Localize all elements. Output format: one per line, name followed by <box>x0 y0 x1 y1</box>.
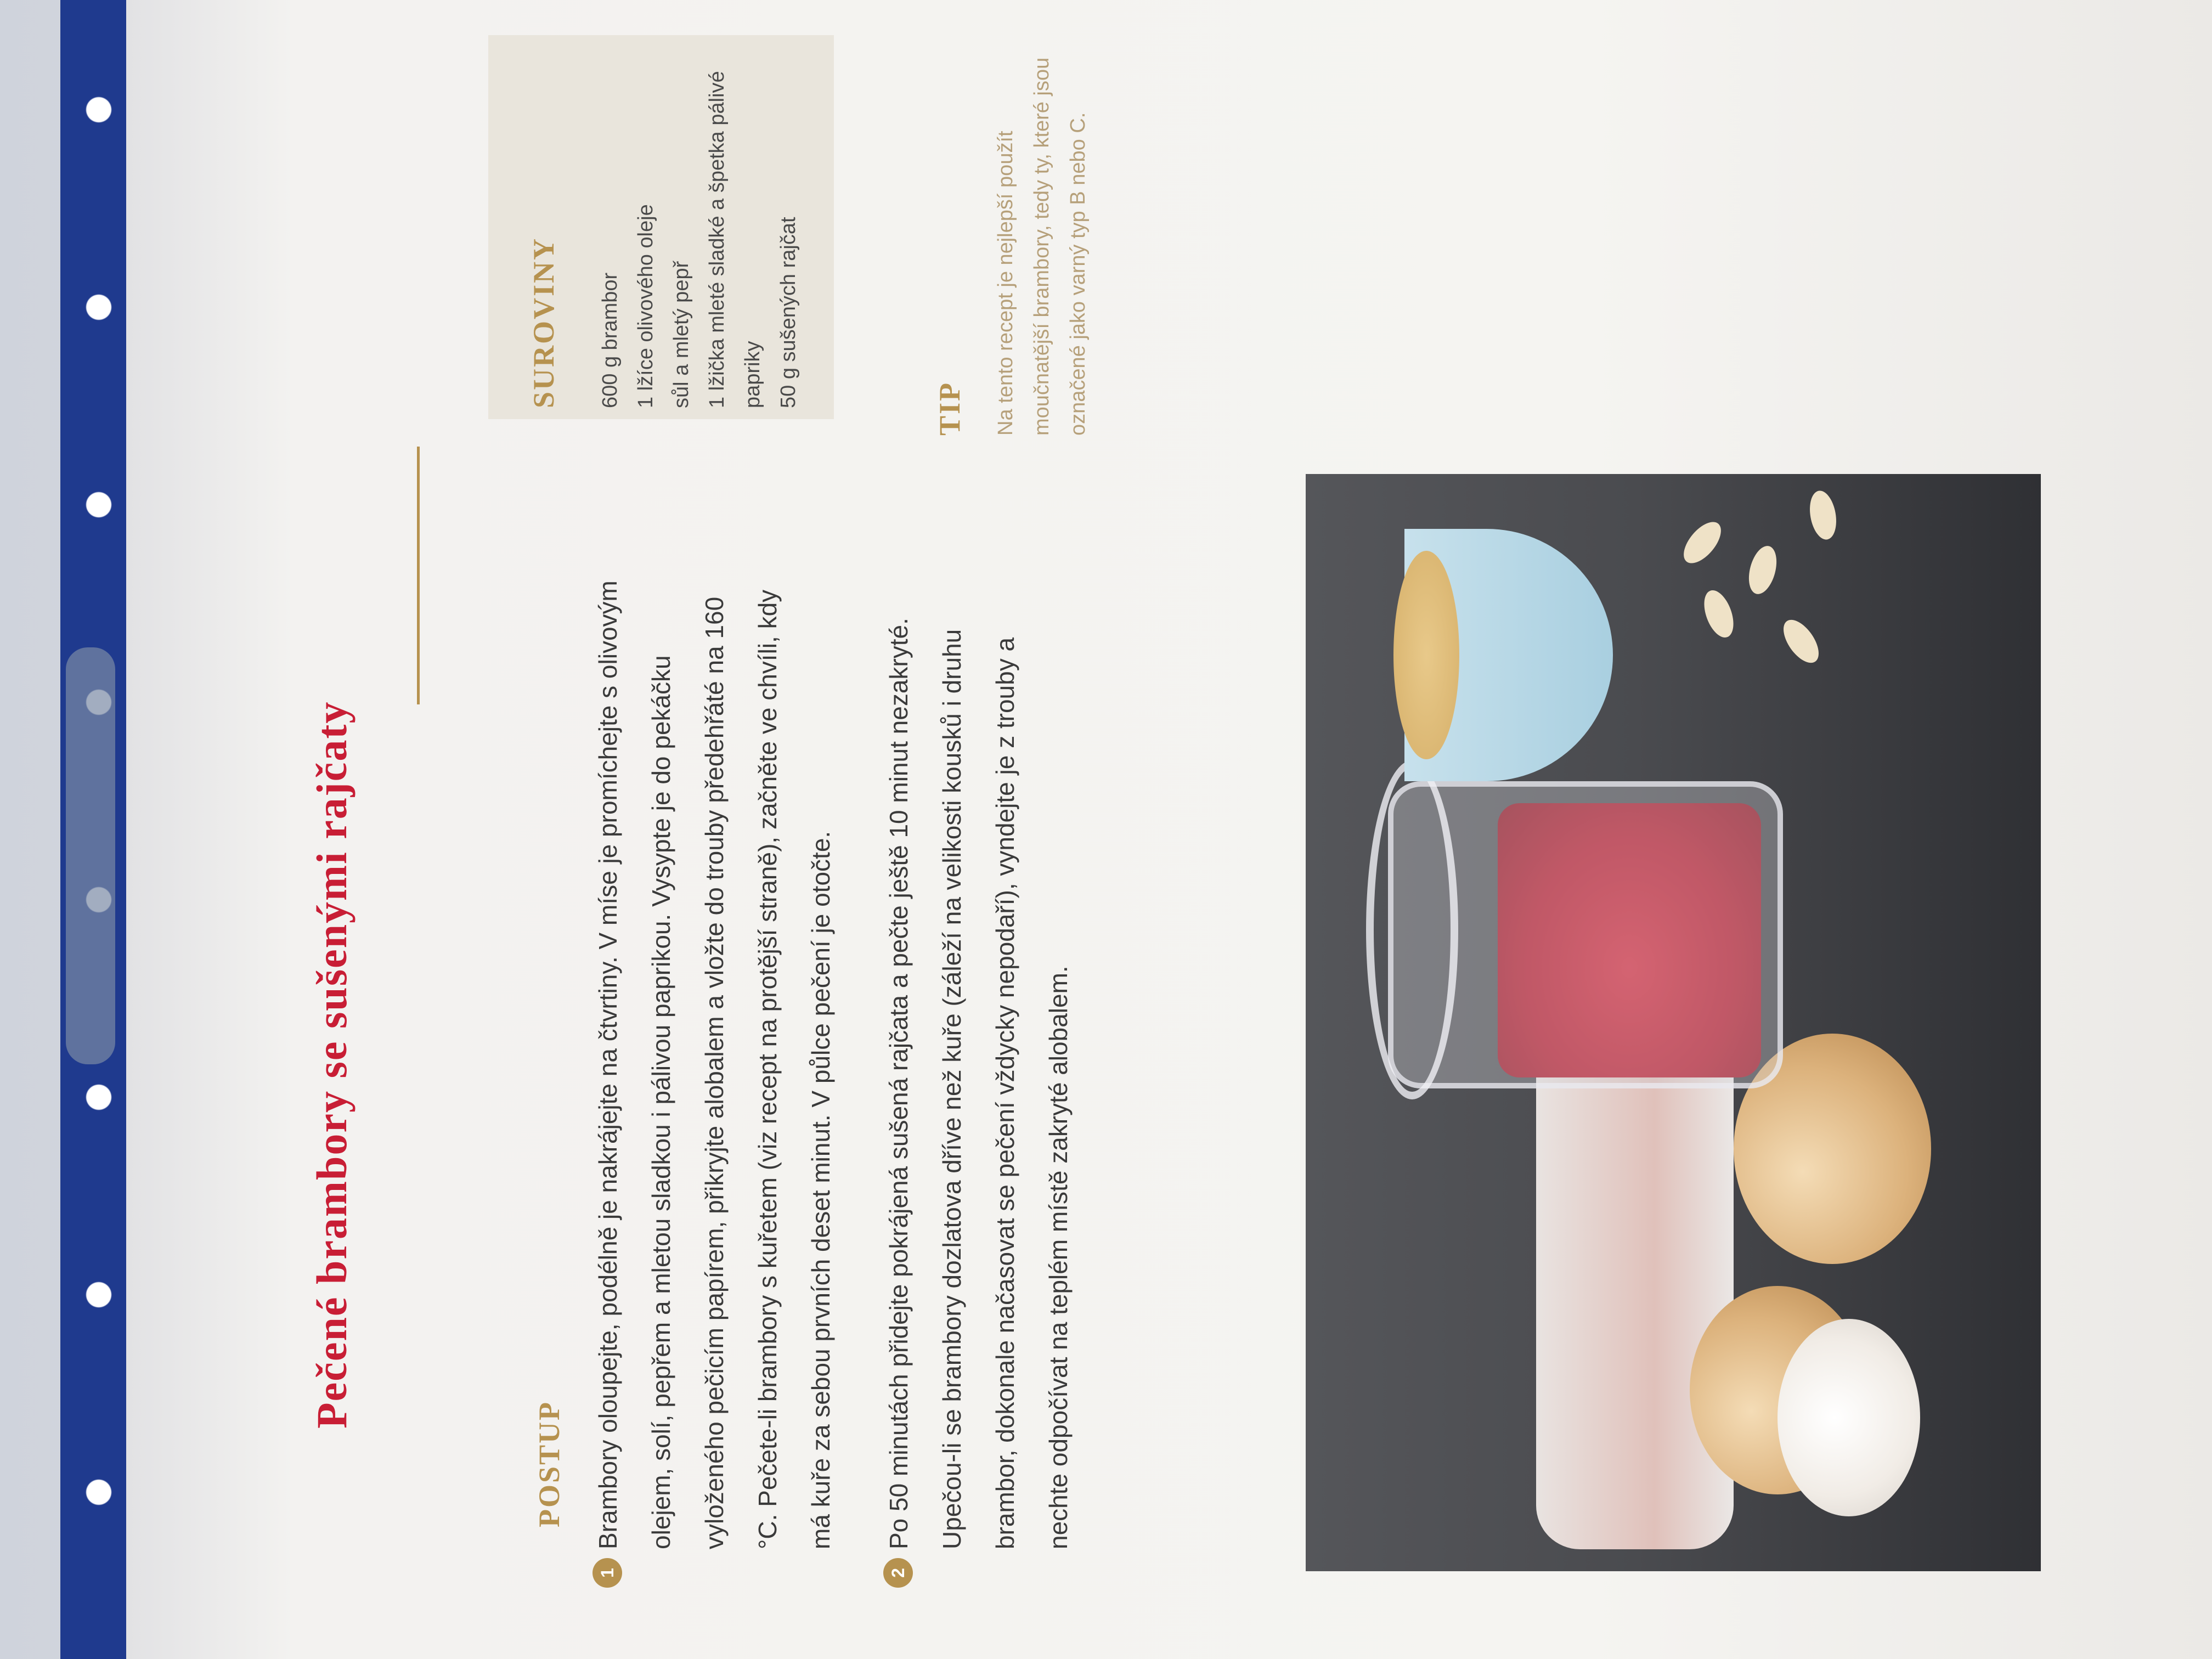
nuts-in-bowl-image <box>1393 551 1459 759</box>
step-number-badge: 2 <box>883 1558 913 1588</box>
garlic-image <box>1778 1319 1920 1516</box>
tip-text: Na tento recept je nejlepší použít moučn… <box>994 57 1090 436</box>
almond-image <box>1698 586 1740 642</box>
method-heading: POSTUP <box>533 1400 566 1527</box>
ingredients-list: 600 g brambor 1 lžíce olivového oleje sů… <box>592 46 806 408</box>
almond-image <box>1677 515 1728 570</box>
tip-heading: TIP <box>933 381 966 436</box>
recipe-page-content: Pečené brambory se sušenými rajčaty POST… <box>0 0 2212 1659</box>
almond-image <box>1806 488 1840 542</box>
step-text: Po 50 minutách přidejte pokrájená sušená… <box>884 618 1073 1549</box>
photo-scene: Pečené brambory se sušenými rajčaty POST… <box>0 0 2212 1659</box>
ingredient-item: 1 lžička mleté sladké a špetka pálivé pa… <box>706 71 764 408</box>
recipe-photo <box>1306 474 2041 1571</box>
step-number-badge: 1 <box>592 1558 622 1588</box>
title-divider <box>417 447 420 704</box>
ingredient-item: 1 lžíce olivového oleje <box>634 204 657 408</box>
step-text: Brambory oloupejte, podélně je nakrájejt… <box>594 580 835 1549</box>
jar-rim-image <box>1366 760 1458 1099</box>
recipe-title: Pečené brambory se sušenými rajčaty <box>308 701 356 1429</box>
ingredient-item: 50 g sušených rajčat <box>777 217 800 408</box>
ingredient-item: sůl a mletý pepř <box>670 261 693 408</box>
ingredients-heading: SUROVINY <box>527 236 560 408</box>
almond-image <box>1776 613 1826 669</box>
method-step: 1 Brambory oloupejte, podélně je nakráje… <box>582 562 848 1588</box>
ingredient-item: 600 g brambor <box>599 272 622 408</box>
method-step: 2 Po 50 minutách přidejte pokrájená suše… <box>872 562 1085 1588</box>
almond-image <box>1744 543 1781 597</box>
